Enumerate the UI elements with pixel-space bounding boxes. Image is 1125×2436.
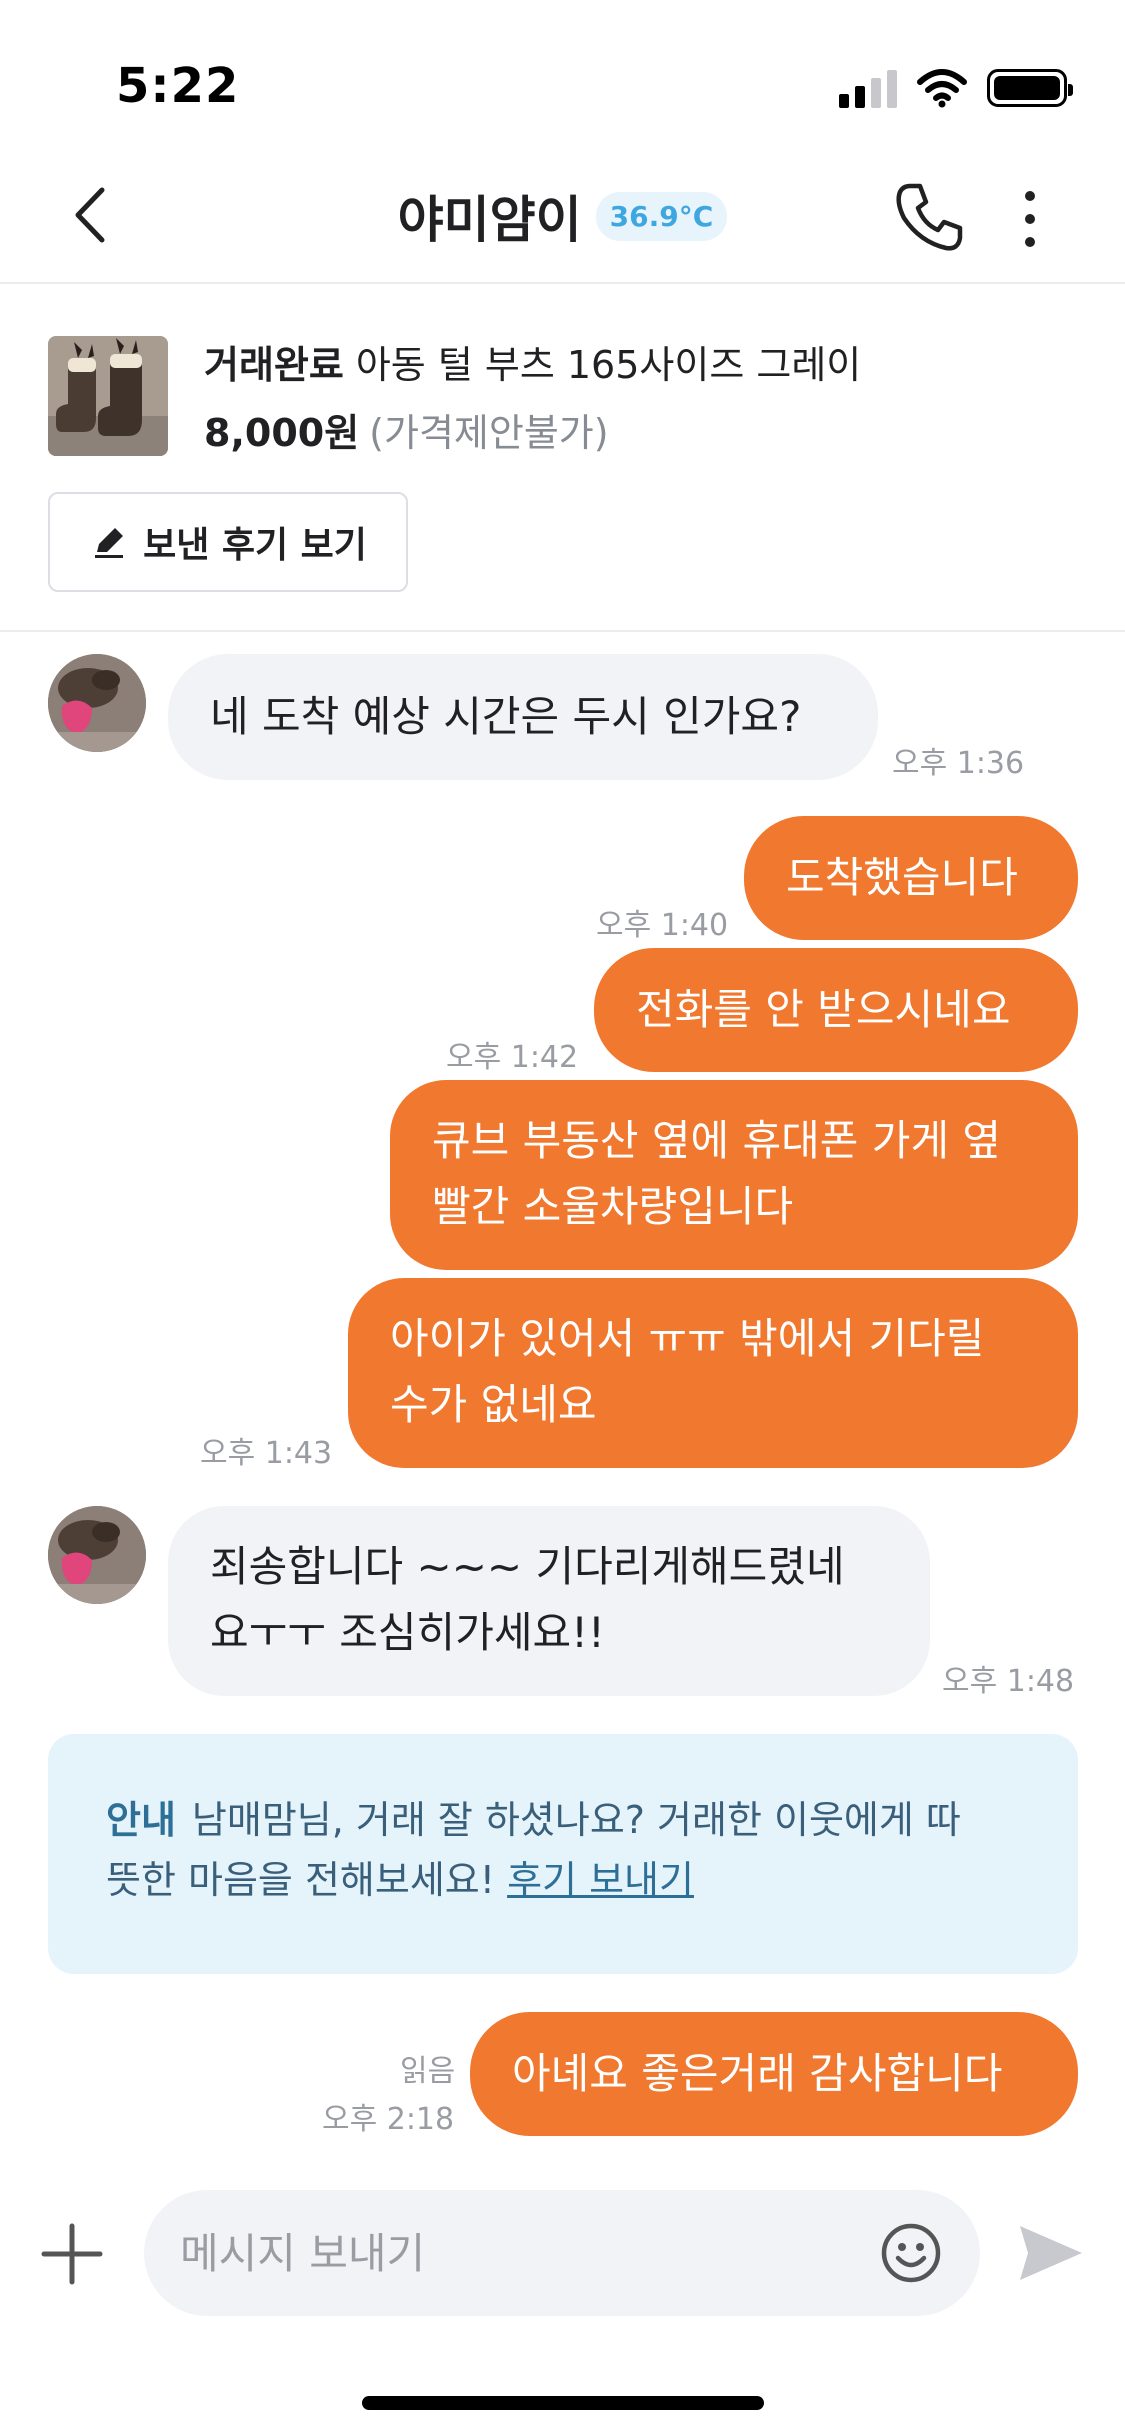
message-time: 오후 1:43 — [200, 1436, 333, 1471]
notice-text: 뜻한 마음을 전해보세요! — [106, 1858, 495, 1902]
product-info-bar: 거래완료 아동 털 부츠 165사이즈 그레이 8,000원 (가격제안불가) 보낸… — [0, 284, 1125, 632]
message-text: 네 도착 예상 시간은 두시 인가요? — [210, 692, 802, 741]
message-bubble-outgoing[interactable]: 아이가 있어서 ㅠㅠ 밖에서 기다릴 수가 없네요 — [348, 1278, 1078, 1468]
status-bar: 5:22 — [0, 0, 1125, 150]
pencil-icon — [95, 528, 124, 558]
message-text-line: 빨간 소울차량입니다 — [432, 1182, 794, 1231]
message-bubble-incoming[interactable]: 네 도착 예상 시간은 두시 인가요? — [168, 654, 878, 780]
message-time: 오후 1:42 — [446, 1040, 579, 1075]
read-receipt: 읽음 — [400, 2054, 456, 2089]
product-thumbnail[interactable] — [48, 336, 168, 456]
product-name: 아동 털 부츠 165사이즈 그레이 — [355, 343, 862, 387]
notice-text: 남매맘님, 거래 잘 하셨나요? 거래한 이웃에게 따 — [191, 1798, 961, 1842]
emoji-icon[interactable] — [880, 2222, 942, 2284]
product-price-line: 8,000원 (가격제안불가) — [204, 402, 609, 457]
battery-icon — [987, 69, 1073, 107]
status-icons — [839, 66, 1073, 110]
wifi-icon — [917, 69, 967, 108]
chat-partner-name: 야미얌이 — [397, 191, 582, 249]
phone-icon[interactable] — [892, 180, 966, 254]
status-time: 5:22 — [116, 58, 240, 114]
message-bubble-outgoing[interactable]: 아녜요 좋은거래 감사합니다 — [470, 2012, 1078, 2136]
message-time: 오후 1:36 — [892, 746, 1025, 781]
notice-line: 뜻한 마음을 전해보세요! 후기 보내기 — [106, 1850, 1020, 1910]
avatar[interactable] — [48, 654, 146, 752]
review-reminder-notice: 안내 남매맘님, 거래 잘 하셨나요? 거래한 이웃에게 따 뜻한 마음을 전해보… — [48, 1734, 1078, 1974]
message-text: 도착했습니다 — [786, 853, 1018, 902]
message-time: 오후 2:18 — [322, 2102, 455, 2137]
message-text-line: 죄송합니다 ~~~ 기다리게해드렸네 — [210, 1542, 845, 1591]
message-text: 전화를 안 받으시네요 — [636, 985, 1011, 1034]
message-bubble-outgoing[interactable]: 도착했습니다 — [744, 816, 1078, 940]
message-bubble-outgoing[interactable]: 전화를 안 받으시네요 — [594, 948, 1078, 1072]
trade-status: 거래완료 — [204, 343, 344, 387]
review-button-label: 보낸 후기 보기 — [143, 525, 367, 566]
more-vertical-icon[interactable] — [1010, 186, 1050, 252]
plus-icon[interactable] — [40, 2222, 104, 2286]
notice-line: 안내 남매맘님, 거래 잘 하셨나요? 거래한 이웃에게 따 — [106, 1790, 1020, 1850]
message-time: 오후 1:40 — [596, 908, 729, 943]
signal-icon — [839, 68, 897, 108]
product-title-line: 거래완료 아동 털 부츠 165사이즈 그레이 — [204, 334, 861, 389]
message-time: 오후 1:48 — [942, 1664, 1075, 1699]
message-text-line: 요ㅜㅜ 조심히가세요!! — [210, 1608, 605, 1657]
message-text-line: 큐브 부동산 옆에 휴대폰 가게 옆 — [432, 1116, 1002, 1165]
message-bubble-outgoing[interactable]: 큐브 부동산 옆에 휴대폰 가게 옆 빨간 소울차량입니다 — [390, 1080, 1078, 1270]
send-icon[interactable] — [1016, 2220, 1086, 2286]
price-note: (가격제안불가) — [369, 411, 609, 455]
home-indicator — [362, 2396, 764, 2410]
message-bubble-incoming[interactable]: 죄송합니다 ~~~ 기다리게해드렸네 요ㅜㅜ 조심히가세요!! — [168, 1506, 930, 1696]
message-text-line: 수가 없네요 — [390, 1380, 597, 1429]
chat-header: 야미얌이 36.9°C — [0, 150, 1125, 284]
message-input[interactable] — [180, 2220, 840, 2286]
message-input-container — [144, 2190, 980, 2316]
product-price: 8,000원 — [204, 411, 360, 455]
message-text-line: 아이가 있어서 ㅠㅠ 밖에서 기다릴 — [390, 1314, 985, 1363]
view-sent-review-button[interactable]: 보낸 후기 보기 — [48, 492, 408, 592]
send-review-link[interactable]: 후기 보내기 — [507, 1858, 694, 1902]
notice-tag: 안내 — [106, 1798, 176, 1842]
avatar[interactable] — [48, 1506, 146, 1604]
manner-temperature-badge: 36.9°C — [595, 191, 728, 241]
message-text: 아녜요 좋은거래 감사합니다 — [512, 2049, 1003, 2098]
